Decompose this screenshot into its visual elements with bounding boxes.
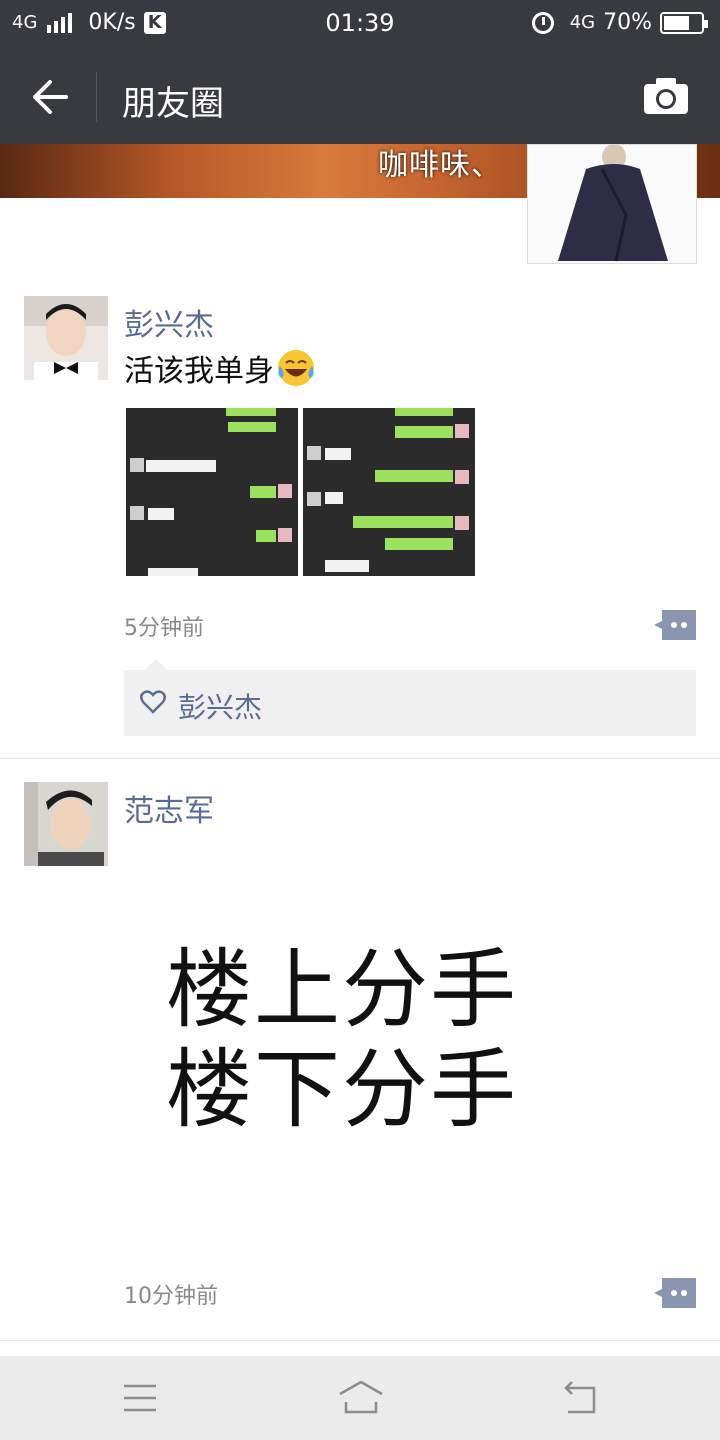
camera-button[interactable] bbox=[642, 76, 690, 116]
post-time: 10分钟前 bbox=[124, 1284, 218, 1309]
image-text-line: 楼上分手 bbox=[166, 940, 518, 1040]
alarm-icon bbox=[531, 11, 554, 34]
comment-menu-button[interactable] bbox=[654, 1278, 696, 1308]
heart-icon bbox=[140, 690, 166, 714]
post-divider bbox=[0, 1340, 720, 1341]
chat-screenshot-image bbox=[126, 408, 298, 576]
avatar-figure-image bbox=[528, 145, 696, 263]
avatar[interactable] bbox=[24, 782, 108, 866]
post-text: 活该我单身 bbox=[124, 346, 316, 390]
back-nav-button[interactable] bbox=[558, 1378, 602, 1418]
menu-button[interactable] bbox=[118, 1378, 162, 1418]
comment-dots-icon bbox=[654, 610, 696, 640]
arrow-left-icon bbox=[33, 80, 68, 114]
post-text-content: 活该我单身 bbox=[124, 354, 274, 389]
menu-icon bbox=[124, 1384, 156, 1412]
comment-dots-icon bbox=[654, 1278, 696, 1308]
tears-of-joy-emoji-icon bbox=[278, 350, 314, 386]
system-navigation-bar bbox=[0, 1356, 720, 1440]
post-username[interactable]: 彭兴杰 bbox=[124, 300, 214, 344]
liker-name[interactable]: 彭兴杰 bbox=[178, 686, 262, 726]
page-title: 朋友圈 bbox=[122, 84, 224, 124]
profile-avatar[interactable] bbox=[527, 144, 697, 264]
post-image-thumbnail[interactable] bbox=[303, 408, 475, 576]
home-icon bbox=[339, 1380, 383, 1414]
camera-icon bbox=[644, 78, 688, 114]
status-bar: 4G 0K/s K 01:39 4G 70% bbox=[0, 0, 720, 50]
network-type-right: 4G bbox=[569, 12, 596, 33]
home-button[interactable] bbox=[338, 1378, 383, 1418]
battery-percent: 70% bbox=[603, 10, 652, 35]
nav-divider bbox=[96, 72, 97, 122]
user-avatar-image bbox=[24, 782, 108, 866]
battery-icon bbox=[660, 11, 708, 34]
comment-menu-button[interactable] bbox=[654, 610, 696, 640]
moment-post: 彭兴杰 活该我单身 5分钟前 彭兴杰 bbox=[0, 262, 720, 758]
back-button[interactable] bbox=[20, 72, 76, 122]
cover-signature: 咖啡味、 bbox=[378, 148, 502, 183]
post-image-thumbnail[interactable] bbox=[126, 408, 298, 576]
post-username[interactable]: 范志军 bbox=[124, 786, 214, 830]
title-bar: 朋友圈 bbox=[0, 50, 720, 144]
status-right: 4G 70% bbox=[531, 10, 708, 35]
post-time: 5分钟前 bbox=[124, 616, 204, 641]
post-image[interactable]: 楼上分手 楼下分手 bbox=[124, 900, 524, 1160]
moment-post: 范志军 楼上分手 楼下分手 10分钟前 bbox=[0, 758, 720, 1340]
user-avatar-image bbox=[24, 296, 108, 380]
likes-panel: 彭兴杰 bbox=[124, 659, 696, 736]
return-icon bbox=[564, 1381, 596, 1414]
chat-screenshot-image bbox=[303, 408, 475, 576]
avatar[interactable] bbox=[24, 296, 108, 380]
image-text-line: 楼下分手 bbox=[166, 1040, 518, 1140]
